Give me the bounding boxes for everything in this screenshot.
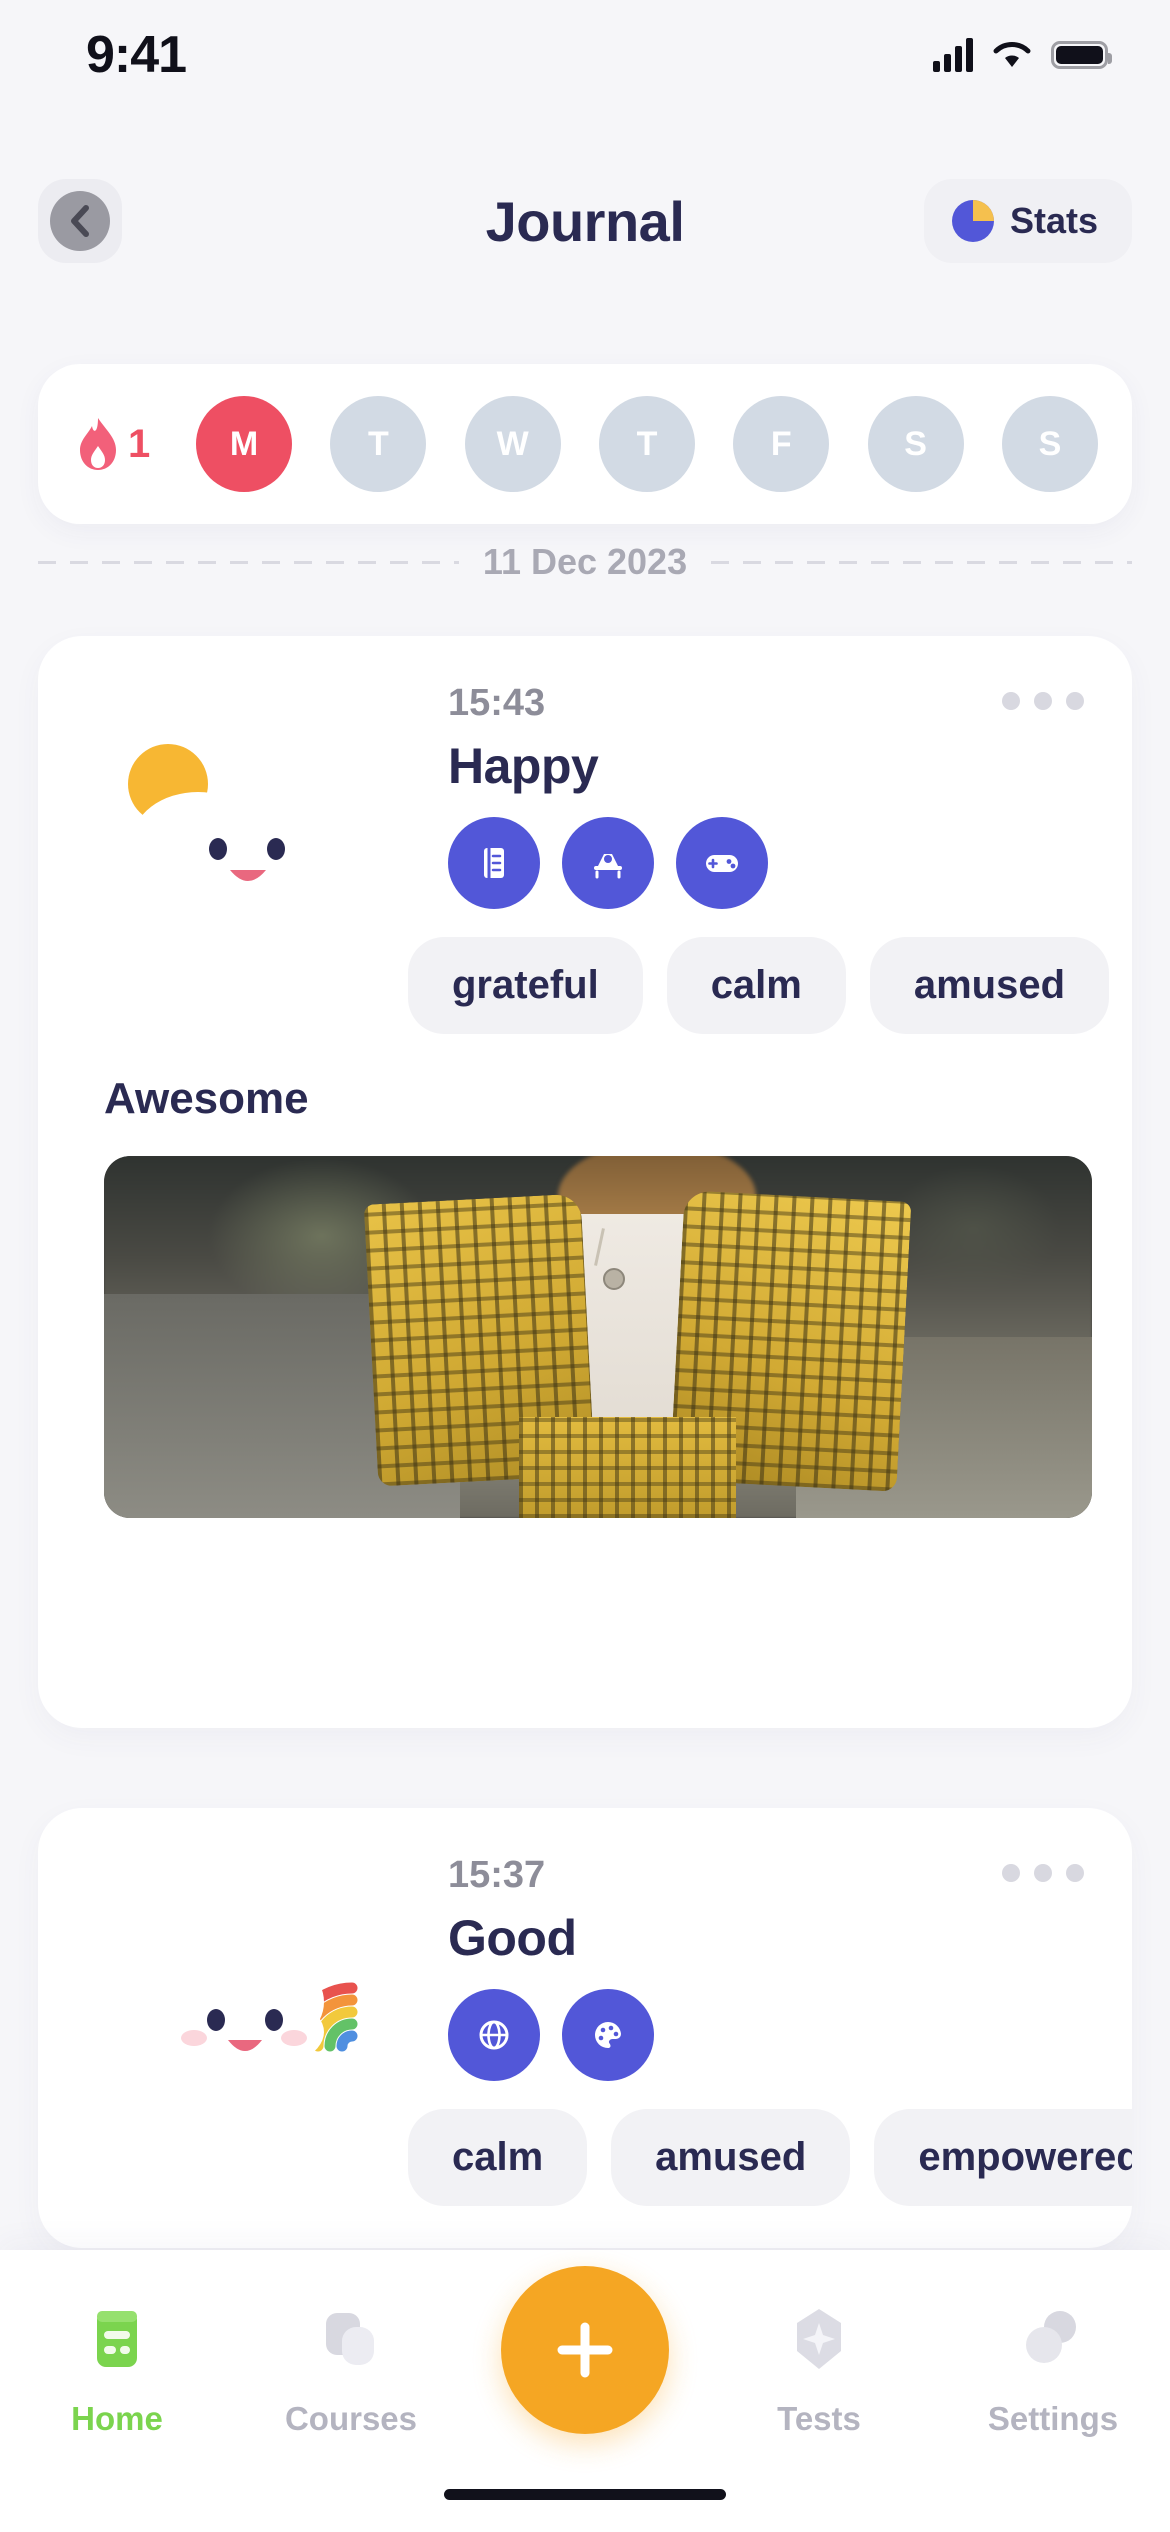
status-bar-time: 9:41 (86, 26, 187, 84)
entry-tags: grateful calm amused (408, 937, 1132, 1034)
entry-header: 15:43 Happy (38, 636, 1132, 909)
tag-chip[interactable]: amused (611, 2109, 851, 2206)
tab-courses-label: Courses (284, 2400, 418, 2437)
entry-activities (448, 1989, 1092, 2081)
home-indicator (444, 2489, 726, 2500)
day-circle-tuesday[interactable]: T (330, 396, 427, 492)
entry-photo[interactable] (104, 1156, 1092, 1518)
status-bar: 9:41 (0, 0, 1170, 110)
day-circle-friday[interactable]: F (733, 396, 830, 492)
sun-behind-cloud-icon (128, 744, 342, 902)
tag-chip[interactable]: amused (869, 937, 1110, 1034)
book-icon (484, 848, 504, 878)
plus-icon (557, 2322, 613, 2378)
entry-header: 15:37 Good (38, 1808, 1132, 2081)
tab-courses[interactable]: Courses (234, 2296, 468, 2438)
book-stack-icon (81, 2296, 153, 2382)
rainbow-cloud-icon (132, 1956, 358, 2074)
day-circle-sunday[interactable]: S (1001, 396, 1098, 492)
entry-note-title: My first note (38, 2246, 1132, 2248)
gear-circles-icon (1013, 2296, 1093, 2382)
entry-menu-button[interactable] (1002, 692, 1084, 710)
entry-main: 15:37 Good (448, 1854, 1092, 2081)
day-circle-monday[interactable]: M (196, 396, 292, 492)
app-screen: 9:41 Journal Stats 1 M T W T F S S 11 De… (0, 0, 1170, 2532)
tab-tests-label: Tests (777, 2400, 861, 2437)
globe-icon (479, 2020, 509, 2050)
day-circle-saturday[interactable]: S (867, 396, 964, 492)
day-circle-wednesday[interactable]: W (464, 396, 561, 492)
tab-home[interactable]: Home (0, 2296, 234, 2438)
divider-line-right (711, 560, 1132, 564)
activity-study-button[interactable] (562, 817, 654, 909)
flame-icon (80, 418, 116, 470)
game-controller-icon (706, 855, 738, 872)
study-desk-icon (594, 854, 622, 879)
entry-mood: Good (448, 1910, 577, 1966)
divider-line-left (38, 560, 459, 564)
stats-button[interactable]: Stats (923, 179, 1132, 263)
divider-date: 11 Dec 2023 (482, 541, 688, 582)
entry-menu-button[interactable] (1002, 1864, 1084, 1882)
streak-card: 1 M T W T F S S (38, 364, 1132, 524)
tag-chip[interactable]: calm (666, 937, 846, 1034)
activity-game-button[interactable] (676, 817, 768, 909)
week-days: M T W T F S S (196, 396, 1104, 492)
status-bar-indicators (933, 38, 1112, 72)
activity-palette-button[interactable] (562, 1989, 654, 2081)
day-circle-thursday[interactable]: T (598, 396, 695, 492)
star-badge-icon (781, 2296, 857, 2382)
chevron-left-icon (50, 191, 110, 251)
tab-settings[interactable]: Settings (936, 2296, 1170, 2438)
stats-button-label: Stats (1009, 200, 1098, 241)
journal-entry-card[interactable]: 15:37 Good calm amused empowered (38, 1808, 1132, 2248)
entry-activities (448, 817, 1092, 909)
pie-chart-icon (951, 200, 994, 242)
entry-tags: calm amused empowered (408, 2109, 1132, 2206)
streak-count: 1 (128, 421, 151, 466)
date-divider: 11 Dec 2023 (38, 534, 1132, 590)
activity-book-button[interactable] (448, 817, 540, 909)
activity-globe-button[interactable] (448, 1989, 540, 2081)
cards-icon (312, 2296, 390, 2382)
add-entry-button[interactable] (501, 2266, 669, 2434)
page-header: Journal Stats (0, 176, 1170, 266)
tag-chip[interactable]: calm (408, 2109, 588, 2206)
wifi-icon (993, 42, 1031, 67)
tag-chip[interactable]: empowered (874, 2109, 1132, 2206)
battery-icon (1051, 41, 1112, 69)
cellular-signal-icon (933, 38, 973, 72)
entry-note-title: Awesome (104, 1074, 309, 1123)
bottom-tab-bar: Home Courses Tests Settings (0, 2250, 1170, 2532)
entry-mood: Happy (448, 738, 599, 794)
entry-time: 15:43 (448, 682, 546, 724)
tag-chip[interactable]: grateful (408, 937, 643, 1034)
tab-settings-label: Settings (987, 2400, 1119, 2437)
entry-main: 15:43 Happy (448, 682, 1092, 909)
tab-tests[interactable]: Tests (702, 2296, 936, 2438)
entry-time: 15:37 (448, 1854, 546, 1896)
streak-counter: 1 (66, 416, 196, 472)
palette-icon (595, 2022, 621, 2048)
tab-home-label: Home (71, 2400, 163, 2437)
back-button[interactable] (38, 179, 122, 263)
journal-entry-card[interactable]: 15:43 Happy grateful calm amused Awesome (38, 636, 1132, 1728)
